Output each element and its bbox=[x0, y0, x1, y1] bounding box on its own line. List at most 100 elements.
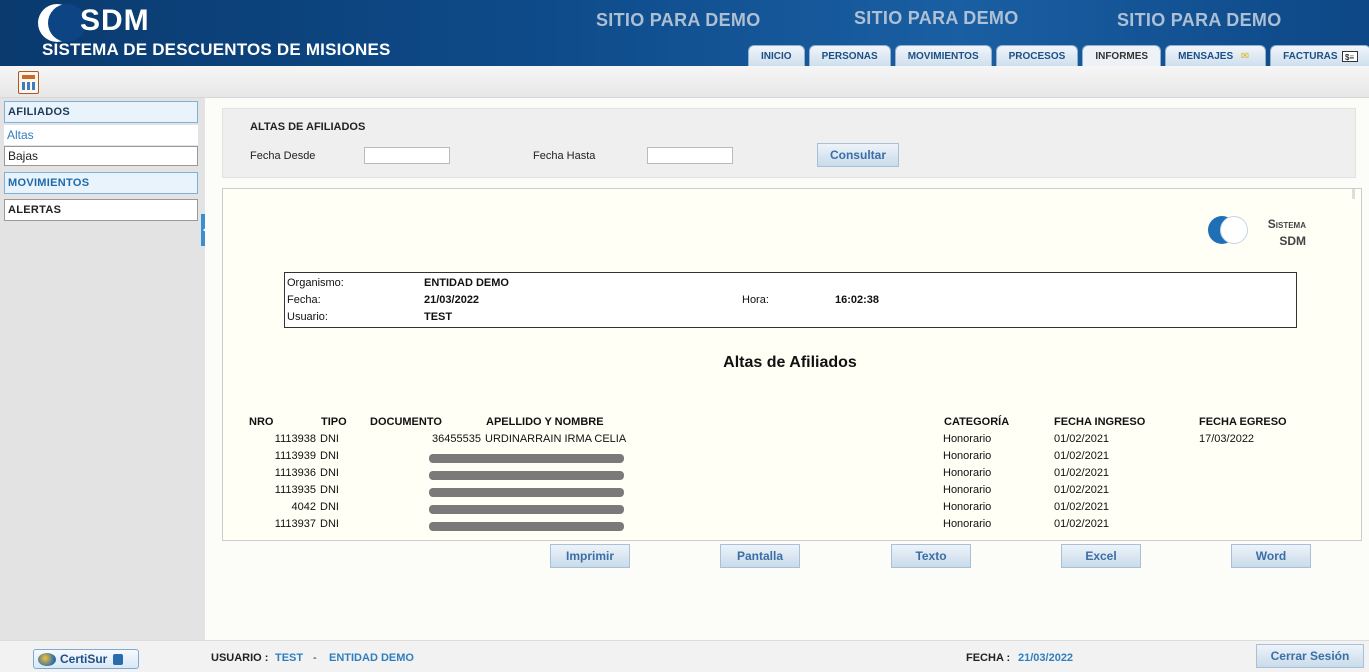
report-logo-line2: SDM bbox=[1279, 234, 1306, 248]
certisur-globe-icon bbox=[38, 652, 56, 666]
cell-documento: 36455535 bbox=[432, 433, 481, 445]
invoice-icon: $≡ bbox=[1341, 50, 1358, 62]
fecha-hasta-input[interactable] bbox=[647, 147, 733, 164]
col-header-categoria: CATEGORÍA bbox=[944, 416, 1010, 428]
redacted-cell bbox=[429, 454, 624, 463]
lock-icon bbox=[113, 653, 124, 665]
cell-nro: 1113939 bbox=[274, 450, 316, 462]
cell-nro: 1113936 bbox=[274, 467, 316, 479]
cell-ingreso: 01/02/2021 bbox=[1054, 484, 1110, 496]
footer-fecha-label: FECHA : bbox=[966, 652, 1011, 664]
pantalla-button[interactable]: Pantalla bbox=[720, 544, 800, 568]
tab-label: PERSONAS bbox=[821, 50, 878, 62]
certisur-badge[interactable]: CertiSur bbox=[33, 649, 139, 669]
fecha-hasta-label: Fecha Hasta bbox=[533, 150, 596, 162]
sidebar-header-afiliados[interactable]: AFILIADOS bbox=[4, 101, 198, 123]
cell-tipo: DNI bbox=[320, 433, 339, 445]
report-viewer[interactable]: Sistema SDM Organismo: ENTIDAD DEMO Fech… bbox=[222, 188, 1362, 541]
filter-title: ALTAS DE AFILIADOS bbox=[250, 121, 366, 133]
cell-ingreso: 01/02/2021 bbox=[1054, 501, 1110, 513]
app-subtitle: SISTEMA DE DESCUENTOS DE MISIONES bbox=[42, 40, 391, 59]
sdm-report-logo-icon bbox=[1208, 216, 1250, 244]
cell-nro: 1113937 bbox=[274, 518, 316, 530]
cell-nro: 1113938 bbox=[274, 433, 316, 445]
report-logo-text: Sistema SDM bbox=[1253, 216, 1306, 250]
sidebar-item-bajas[interactable]: Bajas bbox=[4, 146, 198, 166]
report-icon[interactable] bbox=[18, 71, 39, 94]
excel-button[interactable]: Excel bbox=[1061, 544, 1141, 568]
footer-usuario-label: USUARIO : bbox=[211, 652, 269, 664]
cell-ingreso: 01/02/2021 bbox=[1054, 450, 1110, 462]
sidebar-header-alertas[interactable]: ALERTAS bbox=[4, 199, 198, 221]
word-button[interactable]: Word bbox=[1231, 544, 1311, 568]
envelope-icon: ✉ bbox=[1240, 50, 1250, 62]
cell-categoria: Honorario bbox=[943, 484, 992, 496]
toolbar bbox=[0, 66, 1369, 98]
cell-egreso: 17/03/2022 bbox=[1199, 433, 1255, 445]
report-logo-line1: Sistema bbox=[1267, 217, 1306, 231]
col-header-egreso: FECHA EGRESO bbox=[1199, 416, 1287, 428]
report-scrollbar[interactable] bbox=[1352, 189, 1355, 199]
organismo-value: ENTIDAD DEMO bbox=[424, 277, 509, 289]
fecha-label: Fecha: bbox=[287, 294, 321, 306]
tab-facturas[interactable]: FACTURAS $≡ bbox=[1270, 45, 1369, 66]
logo-text: SDM bbox=[80, 4, 150, 37]
tab-label: MOVIMIENTOS bbox=[907, 50, 979, 62]
cell-tipo: DNI bbox=[320, 501, 339, 513]
cell-categoria: Honorario bbox=[943, 467, 992, 479]
cell-nro: 1113935 bbox=[274, 484, 316, 496]
cerrar-sesion-button[interactable]: Cerrar Sesión bbox=[1256, 644, 1364, 668]
cell-ingreso: 01/02/2021 bbox=[1054, 467, 1110, 479]
tab-movimientos[interactable]: MOVIMIENTOS bbox=[894, 45, 992, 66]
demo-banner: SITIO PARA DEMO bbox=[1117, 10, 1282, 30]
organismo-label: Organismo: bbox=[287, 277, 344, 289]
tab-personas[interactable]: PERSONAS bbox=[808, 45, 891, 66]
redacted-cell bbox=[429, 488, 624, 497]
consultar-button[interactable]: Consultar bbox=[817, 143, 899, 167]
footer-fecha-value: 21/03/2022 bbox=[1018, 652, 1074, 664]
fecha-desde-input[interactable] bbox=[364, 147, 450, 164]
cell-tipo: DNI bbox=[320, 484, 339, 496]
usuario-label: Usuario: bbox=[287, 311, 328, 323]
col-header-nro: NRO bbox=[249, 416, 274, 428]
col-header-tipo: TIPO bbox=[321, 416, 347, 428]
cell-categoria: Honorario bbox=[943, 501, 992, 513]
footer: CertiSur USUARIO : TEST - ENTIDAD DEMO F… bbox=[0, 640, 1369, 672]
tab-informes[interactable]: INFORMES bbox=[1082, 45, 1162, 66]
tab-label: PROCESOS bbox=[1008, 50, 1066, 62]
tab-label: INFORMES bbox=[1095, 50, 1149, 62]
filter-panel: ALTAS DE AFILIADOS Fecha Desde Fecha Has… bbox=[222, 108, 1356, 178]
fecha-value: 21/03/2022 bbox=[424, 294, 480, 306]
hora-label: Hora: bbox=[742, 294, 769, 306]
app-header: SDM SISTEMA DE DESCUENTOS DE MISIONES SI… bbox=[0, 0, 1369, 66]
imprimir-button[interactable]: Imprimir bbox=[550, 544, 630, 568]
sdm-logo-icon bbox=[38, 4, 86, 42]
fecha-desde-label: Fecha Desde bbox=[250, 150, 316, 162]
tab-mensajes[interactable]: MENSAJES ✉ bbox=[1165, 45, 1267, 66]
col-header-documento: DOCUMENTO bbox=[370, 416, 442, 428]
cell-ingreso: 01/02/2021 bbox=[1054, 518, 1110, 530]
cell-tipo: DNI bbox=[320, 467, 339, 479]
cell-tipo: DNI bbox=[320, 518, 339, 530]
redacted-cell bbox=[429, 471, 624, 480]
tab-inicio[interactable]: INICIO bbox=[748, 45, 805, 66]
hora-value: 16:02:38 bbox=[835, 294, 880, 306]
tab-procesos[interactable]: PROCESOS bbox=[995, 45, 1079, 66]
usuario-value: TEST bbox=[424, 311, 453, 323]
cell-categoria: Honorario bbox=[943, 450, 992, 462]
sidebar-item-altas[interactable]: Altas bbox=[4, 125, 198, 145]
certisur-label: CertiSur bbox=[60, 652, 108, 666]
tab-label: INICIO bbox=[761, 50, 792, 62]
texto-button[interactable]: Texto bbox=[891, 544, 971, 568]
tab-label: FACTURAS bbox=[1283, 50, 1338, 62]
col-header-apellido: APELLIDO Y NOMBRE bbox=[486, 416, 604, 428]
footer-entidad-value: ENTIDAD DEMO bbox=[329, 652, 414, 664]
report-info-box: Organismo: ENTIDAD DEMO Fecha: 21/03/202… bbox=[284, 272, 1297, 328]
cell-categoria: Honorario bbox=[943, 433, 992, 445]
footer-usuario-value: TEST bbox=[275, 652, 304, 664]
cell-tipo: DNI bbox=[320, 450, 339, 462]
col-header-ingreso: FECHA INGRESO bbox=[1054, 416, 1146, 428]
cell-nombre: URDINARRAIN IRMA CELIA bbox=[485, 433, 627, 445]
sidebar-header-movimientos[interactable]: MOVIMIENTOS bbox=[4, 172, 198, 194]
demo-banner: SITIO PARA DEMO bbox=[854, 8, 1019, 28]
